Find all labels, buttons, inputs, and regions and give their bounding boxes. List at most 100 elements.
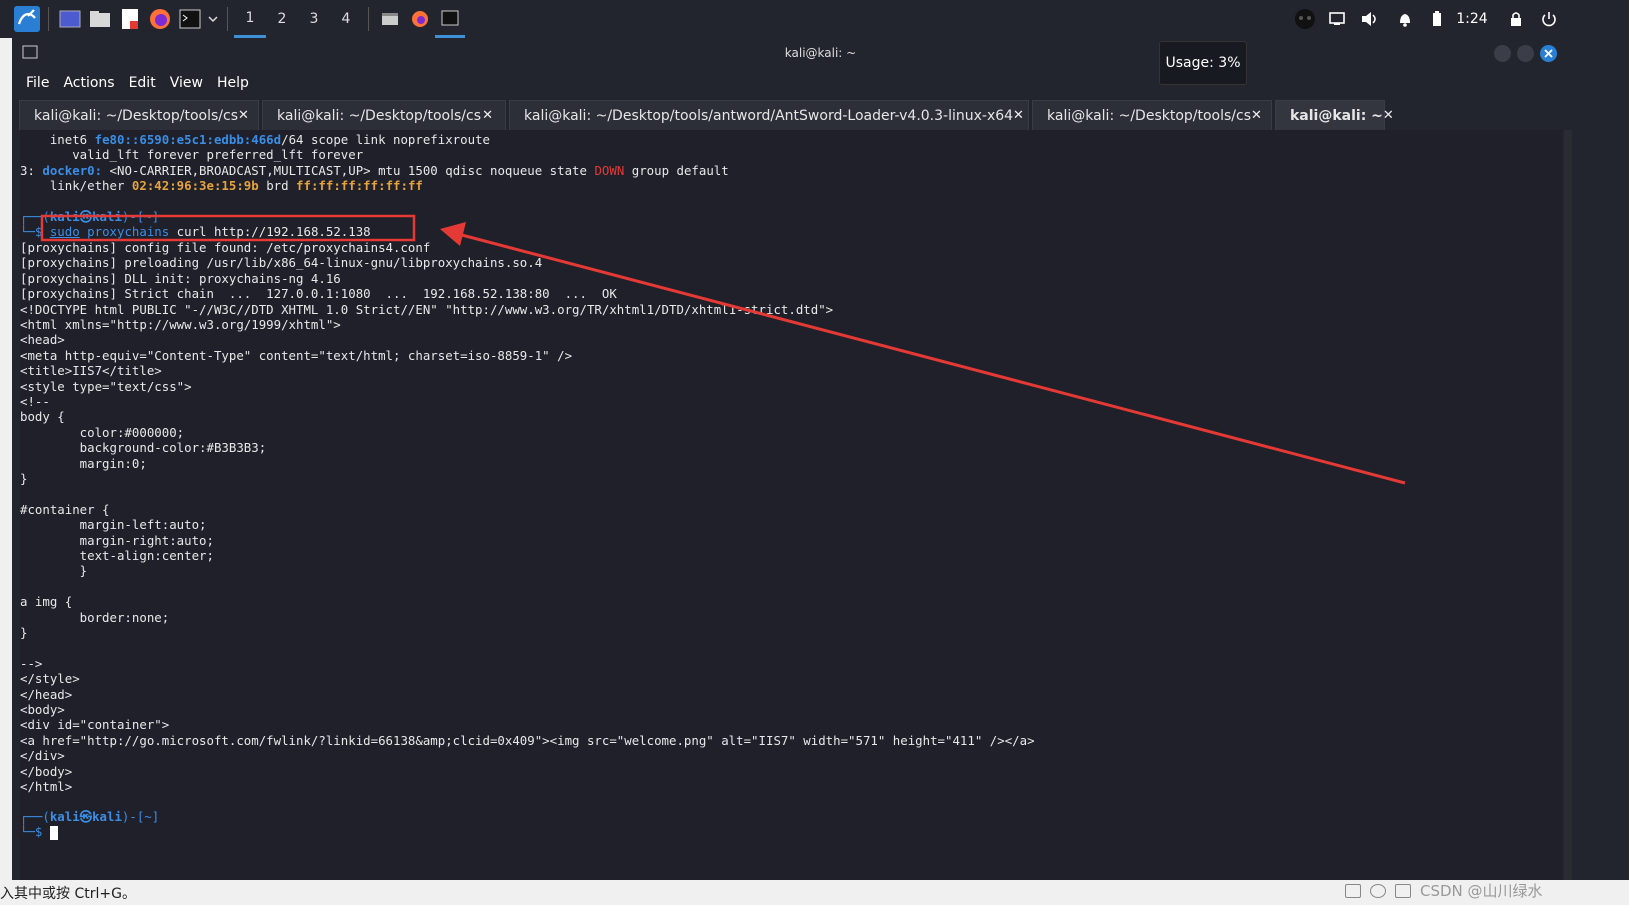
tab-close-icon[interactable]: ✕ (1383, 108, 1394, 123)
tab-label: kali@kali: ~/Desktop/tools/antword/AntSw… (524, 107, 1014, 124)
tab-2[interactable]: kali@kali: ~/Desktop/tools/cs ✕ (262, 100, 506, 130)
menu-file[interactable]: File (26, 75, 49, 91)
terminal-line: valid_lft forever preferred_lft forever (20, 147, 364, 162)
output-line: <!-- (20, 394, 50, 409)
output-line: <meta http-equiv="Content-Type" content=… (20, 347, 573, 363)
output-line: margin-right:auto; (20, 532, 214, 548)
tab-bar: kali@kali: ~/Desktop/tools/cs ✕ kali@kali… (12, 98, 1629, 130)
clock[interactable]: 1:24 (1452, 0, 1492, 38)
output-line: [proxychains] Strict chain ... 127.0.0.1… (20, 286, 617, 302)
workspace-2[interactable]: 2 (266, 0, 298, 38)
output-line: <title>IIS7</title> (20, 363, 162, 379)
file-manager-icon[interactable] (85, 2, 115, 36)
dropdown-icon[interactable] (205, 2, 221, 36)
kali-menu-icon[interactable] (12, 2, 42, 36)
output-line: </body> (20, 763, 73, 779)
status-bar: 入其中或按 Ctrl+G。 CSDN @山川绿水 (0, 880, 1629, 905)
workspace-1[interactable]: 1 (234, 0, 266, 38)
volume-icon[interactable] (1358, 0, 1382, 38)
menu-view[interactable]: View (170, 75, 203, 91)
menu-edit[interactable]: Edit (129, 75, 156, 91)
text-editor-icon[interactable] (115, 2, 145, 36)
output-line: </html> (20, 779, 73, 794)
window-title: kali@kali: ~ (784, 46, 857, 60)
panel-separator (48, 7, 49, 31)
menu-help[interactable]: Help (217, 75, 249, 91)
workspace-4[interactable]: 4 (330, 0, 362, 38)
output-line: [proxychains] preloading /usr/lib/x86_64… (20, 255, 543, 271)
status-icon[interactable] (1370, 884, 1386, 898)
tab-label: kali@kali: ~/Desktop/tools/cs (277, 107, 482, 124)
terminal-scrollbar[interactable] (1564, 130, 1572, 880)
show-desktop-icon[interactable] (375, 2, 405, 36)
output-line: a img { (20, 594, 73, 610)
status-icon[interactable] (1345, 884, 1361, 898)
text-cursor (49, 825, 58, 840)
output-line: color:#000000; (20, 424, 185, 440)
terminal-window: kali@kali: ~ File Actions Edit View Help… (12, 38, 1629, 880)
lock-icon[interactable] (1505, 0, 1527, 38)
output-line: <style type="text/css"> (20, 378, 192, 394)
firefox-icon[interactable] (145, 2, 175, 36)
battery-icon[interactable] (1426, 0, 1448, 38)
output-line: </style> (20, 671, 80, 687)
tab-close-icon[interactable]: ✕ (482, 108, 493, 123)
output-line: margin:0; (20, 455, 147, 471)
bell-icon[interactable] (1393, 0, 1417, 38)
output-line: <html xmlns="http://www.w3.org/1999/xhtm… (20, 317, 341, 332)
terminal-line: 3: docker0: <NO-CARRIER,BROADCAST,MULTIC… (20, 163, 729, 178)
usage-tooltip: Usage: 3% (1159, 41, 1247, 85)
output-line: } (20, 625, 28, 640)
output-line: [proxychains] config file found: /etc/pr… (20, 240, 431, 255)
output-line: <!DOCTYPE html PUBLIC "-//W3C//DTD XHTML… (20, 301, 834, 317)
maximize-button[interactable] (1517, 45, 1534, 62)
output-line: } (20, 471, 28, 486)
prompt-line: ┌──(kali㉿kali)-[~] (20, 809, 160, 824)
status-hint: 入其中或按 Ctrl+G。 (0, 886, 136, 902)
output-line: } (20, 563, 88, 579)
terminal-output[interactable]: inet6 fe80::6590:e5c1:edbb:466d/64 scope… (20, 130, 1562, 880)
output-line: <a href="http://go.microsoft.com/fwlink/… (20, 732, 1035, 748)
tab-1[interactable]: kali@kali: ~/Desktop/tools/cs ✕ (19, 100, 259, 130)
tab-close-icon[interactable]: ✕ (1013, 108, 1024, 123)
tab-close-icon[interactable]: ✕ (238, 108, 249, 123)
panel-separator (227, 7, 228, 31)
close-icon (1544, 49, 1553, 58)
terminal-line: inet6 fe80::6590:e5c1:edbb:466d/64 scope… (20, 132, 490, 147)
workspace-3[interactable]: 3 (298, 0, 330, 38)
menu-bar: File Actions Edit View Help (12, 68, 1629, 98)
status-icon[interactable] (1395, 884, 1411, 898)
output-line: --> (20, 655, 43, 671)
tab-close-icon[interactable]: ✕ (1251, 108, 1262, 123)
panel-separator (368, 7, 369, 31)
output-line: margin-left:auto; (20, 517, 207, 533)
tab-4[interactable]: kali@kali: ~/Desktop/tools/cs ✕ (1032, 100, 1272, 130)
firefox-window-icon[interactable] (405, 2, 435, 36)
top-panel: 1 2 3 4 1:24 (0, 0, 1629, 38)
terminal-icon[interactable] (175, 2, 205, 36)
close-button[interactable] (1540, 45, 1557, 62)
terminal-line: link/ether 02:42:96:3e:15:9b brd ff:ff:f… (20, 178, 423, 193)
output-line: </div> (20, 748, 65, 764)
output-line: background-color:#B3B3B3; (20, 440, 267, 456)
input-line[interactable]: └─$ (20, 824, 58, 840)
tab-label: kali@kali: ~/Desktop/tools/cs (34, 107, 239, 124)
mask-icon[interactable] (1290, 0, 1320, 38)
output-line: [proxychains] DLL init: proxychains-ng 4… (20, 270, 341, 286)
menu-actions[interactable]: Actions (63, 75, 114, 91)
tab-3[interactable]: kali@kali: ~/Desktop/tools/antword/AntSw… (509, 100, 1029, 130)
power-icon[interactable] (1537, 0, 1561, 38)
desktop-icon[interactable] (55, 2, 85, 36)
output-line: border:none; (20, 609, 170, 625)
prompt-line: ┌──(kali㉿kali)-[~] (20, 209, 160, 224)
output-line: body { (20, 409, 65, 425)
minimize-button[interactable] (1494, 45, 1511, 62)
window-titlebar[interactable]: kali@kali: ~ (12, 38, 1629, 68)
watermark: CSDN @山川绿水 (1420, 882, 1543, 900)
output-line: <div id="container"> (20, 717, 170, 733)
command-line: └─$ sudo proxychains curl http://192.168… (20, 224, 371, 239)
screen-icon[interactable] (1325, 0, 1349, 38)
terminal-window-icon[interactable] (435, 0, 465, 38)
output-line: #container { (20, 501, 110, 517)
tab-5[interactable]: kali@kali: ~ ✕ (1275, 100, 1394, 130)
